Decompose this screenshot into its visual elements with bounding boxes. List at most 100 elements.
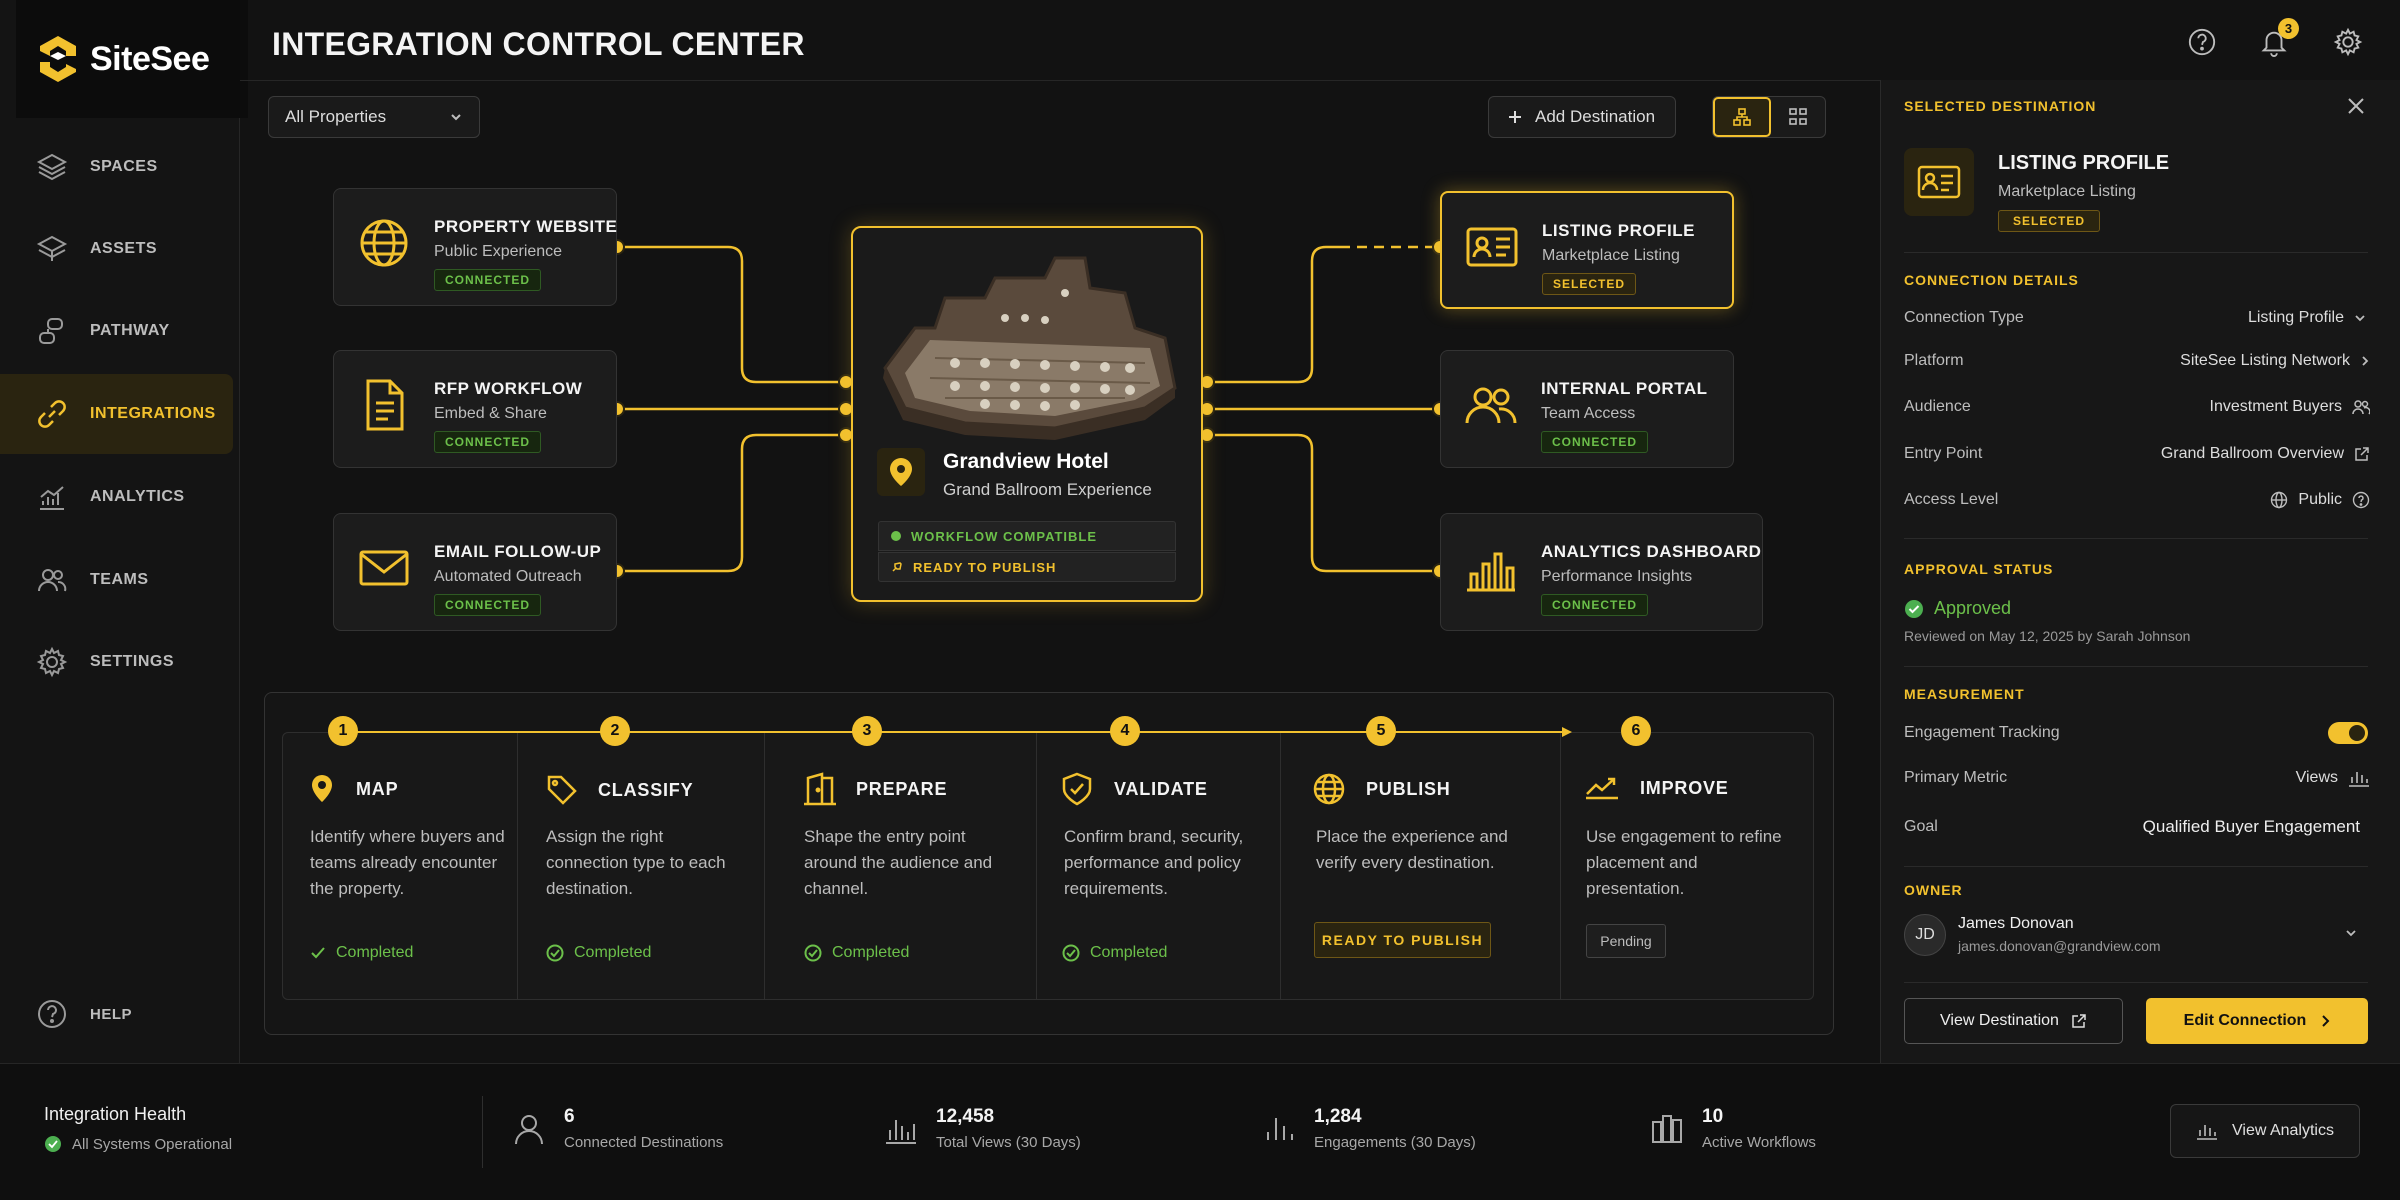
stat-label: Engagements (30 Days) (1314, 1134, 1476, 1151)
shield-check-icon (1062, 772, 1092, 806)
integration-health-status: All Systems Operational (44, 1135, 232, 1153)
step-status: Completed (1062, 944, 1167, 962)
primary-metric-value: Views (2295, 769, 2338, 786)
activity-bars-icon (1267, 1117, 1293, 1140)
destination-card-listing-profile[interactable]: LISTING PROFILE Marketplace Listing SELE… (1440, 191, 1734, 309)
id-card-icon (1917, 165, 1961, 199)
door-icon (804, 772, 836, 806)
step-improve: IMPROVE (1584, 774, 1729, 802)
step-title: PREPARE (856, 778, 948, 799)
view-analytics-button[interactable]: View Analytics (2170, 1104, 2360, 1158)
workflow-steps-inner (282, 732, 1814, 1000)
edit-connection-button[interactable]: Edit Connection (2146, 998, 2368, 1044)
check-circle-icon (1062, 944, 1080, 962)
stat-label: Total Views (30 Days) (936, 1134, 1081, 1151)
workflow-status-text: WORKFLOW COMPATIBLE (911, 528, 1098, 544)
map-pin-icon (312, 775, 332, 802)
connection-type-value: Listing Profile (2247, 309, 2344, 326)
close-button[interactable] (2344, 94, 2368, 123)
step-status-text: Completed (336, 944, 414, 961)
check-circle-icon (546, 944, 564, 962)
publish-status-text: READY TO PUBLISH (913, 559, 1057, 575)
primary-metric-label: Primary Metric (1904, 769, 2008, 786)
view-destination-button[interactable]: View Destination (1904, 998, 2123, 1044)
entry-point-link[interactable]: Grand Ballroom Overview (2080, 445, 2370, 463)
tag-icon (547, 775, 577, 805)
divider (1904, 252, 2368, 253)
step-classify: CLASSIFY (546, 774, 693, 806)
stat-value: 6 (564, 1106, 575, 1127)
map-pin-icon (890, 458, 912, 486)
step-status-text: Completed (1090, 944, 1168, 961)
help-icon[interactable] (2352, 491, 2370, 509)
ready-to-publish-button[interactable]: READY TO PUBLISH (1314, 922, 1491, 958)
bar-chart-icon (886, 1119, 916, 1144)
chevron-right-icon (2322, 1015, 2330, 1027)
people-icon (1465, 387, 1517, 424)
entry-point-label: Entry Point (1904, 445, 1983, 462)
close-icon (2348, 98, 2364, 114)
step-number: 2 (600, 716, 630, 746)
divider (1904, 538, 2368, 539)
check-circle-icon (45, 1136, 61, 1152)
step-divider (1036, 733, 1037, 999)
step-description: Place the experience and verify every de… (1316, 827, 1508, 872)
approval-note: Reviewed on May 12, 2025 by Sarah Johnso… (1904, 628, 2191, 644)
status-badge: CONNECTED (1541, 431, 1649, 453)
panel-destination-subtitle: Marketplace Listing (1998, 183, 2136, 200)
measurement-header: MEASUREMENT (1904, 686, 2025, 702)
edit-connection-label: Edit Connection (2183, 1012, 2307, 1029)
user-icon (515, 1114, 543, 1144)
engagement-tracking-toggle[interactable] (2328, 722, 2368, 744)
destination-card-internal-portal[interactable]: INTERNAL PORTAL Team Access CONNECTED (1440, 350, 1734, 468)
external-link-icon (2355, 447, 2369, 461)
globe-icon (2271, 491, 2288, 509)
divider (1904, 666, 2368, 667)
help-icon (2188, 28, 2216, 56)
bar-chart-icon (2349, 772, 2369, 787)
step-divider (1280, 733, 1281, 999)
settings-button[interactable] (2330, 24, 2366, 60)
panel-selected-badge: SELECTED (1998, 210, 2101, 232)
chevron-down-icon (2355, 315, 2365, 322)
step-description: Use engagement to refine placement and p… (1586, 827, 1782, 898)
nav-help[interactable]: HELP (0, 974, 234, 1054)
step-title: PUBLISH (1366, 778, 1451, 799)
step-title: MAP (356, 778, 399, 799)
platform-link[interactable]: SiteSee Listing Network (2080, 352, 2370, 370)
external-link-icon (2072, 1014, 2086, 1028)
connection-type-label: Connection Type (1904, 309, 2024, 326)
owner-expand-button[interactable] (2344, 926, 2358, 945)
source-card-property-website[interactable]: PROPERTY WEBSITE Public Experience CONNE… (333, 188, 617, 306)
check-circle-icon (804, 944, 822, 962)
step-prepare: PREPARE (802, 772, 947, 806)
globe-icon (360, 219, 408, 267)
step-divider (517, 733, 518, 999)
card-title: PROPERTY WEBSITE (434, 217, 618, 236)
audience-value-row: Investment Buyers (2080, 398, 2370, 416)
step-divider (1560, 733, 1561, 999)
destination-card-analytics-dashboard[interactable]: ANALYTICS DASHBOARD Performance Insights… (1440, 513, 1763, 631)
primary-metric-row[interactable]: Views (2180, 769, 2370, 787)
entry-point-value: Grand Ballroom Overview (2160, 445, 2344, 462)
help-button[interactable] (2184, 24, 2220, 60)
step-map: MAP (310, 774, 398, 804)
step-divider (764, 733, 765, 999)
step-title: IMPROVE (1640, 777, 1729, 798)
location-badge (877, 448, 925, 496)
step-description: Confirm brand, security, performance and… (1064, 827, 1244, 898)
source-card-email-follow-up[interactable]: EMAIL FOLLOW-UP Automated Outreach CONNE… (333, 513, 617, 631)
step-status: Completed (546, 944, 651, 962)
gear-icon (2333, 27, 2363, 57)
status-badge: SELECTED (1542, 273, 1637, 295)
destination-icon-tile (1904, 148, 1974, 216)
property-experience: Grand Ballroom Experience (943, 480, 1152, 499)
status-dot-icon (891, 531, 901, 541)
footer-bar (0, 1063, 2400, 1200)
panel-destination-title: LISTING PROFILE (1998, 152, 2170, 174)
step-publish: PUBLISH (1312, 772, 1451, 806)
source-card-rfp-workflow[interactable]: RFP WORKFLOW Embed & Share CONNECTED (333, 350, 617, 468)
center-property-card[interactable]: Grandview Hotel Grand Ballroom Experienc… (851, 226, 1203, 602)
panel-header: SELECTED DESTINATION (1904, 98, 2097, 114)
connection-type-select[interactable]: Listing Profile (2080, 309, 2366, 327)
